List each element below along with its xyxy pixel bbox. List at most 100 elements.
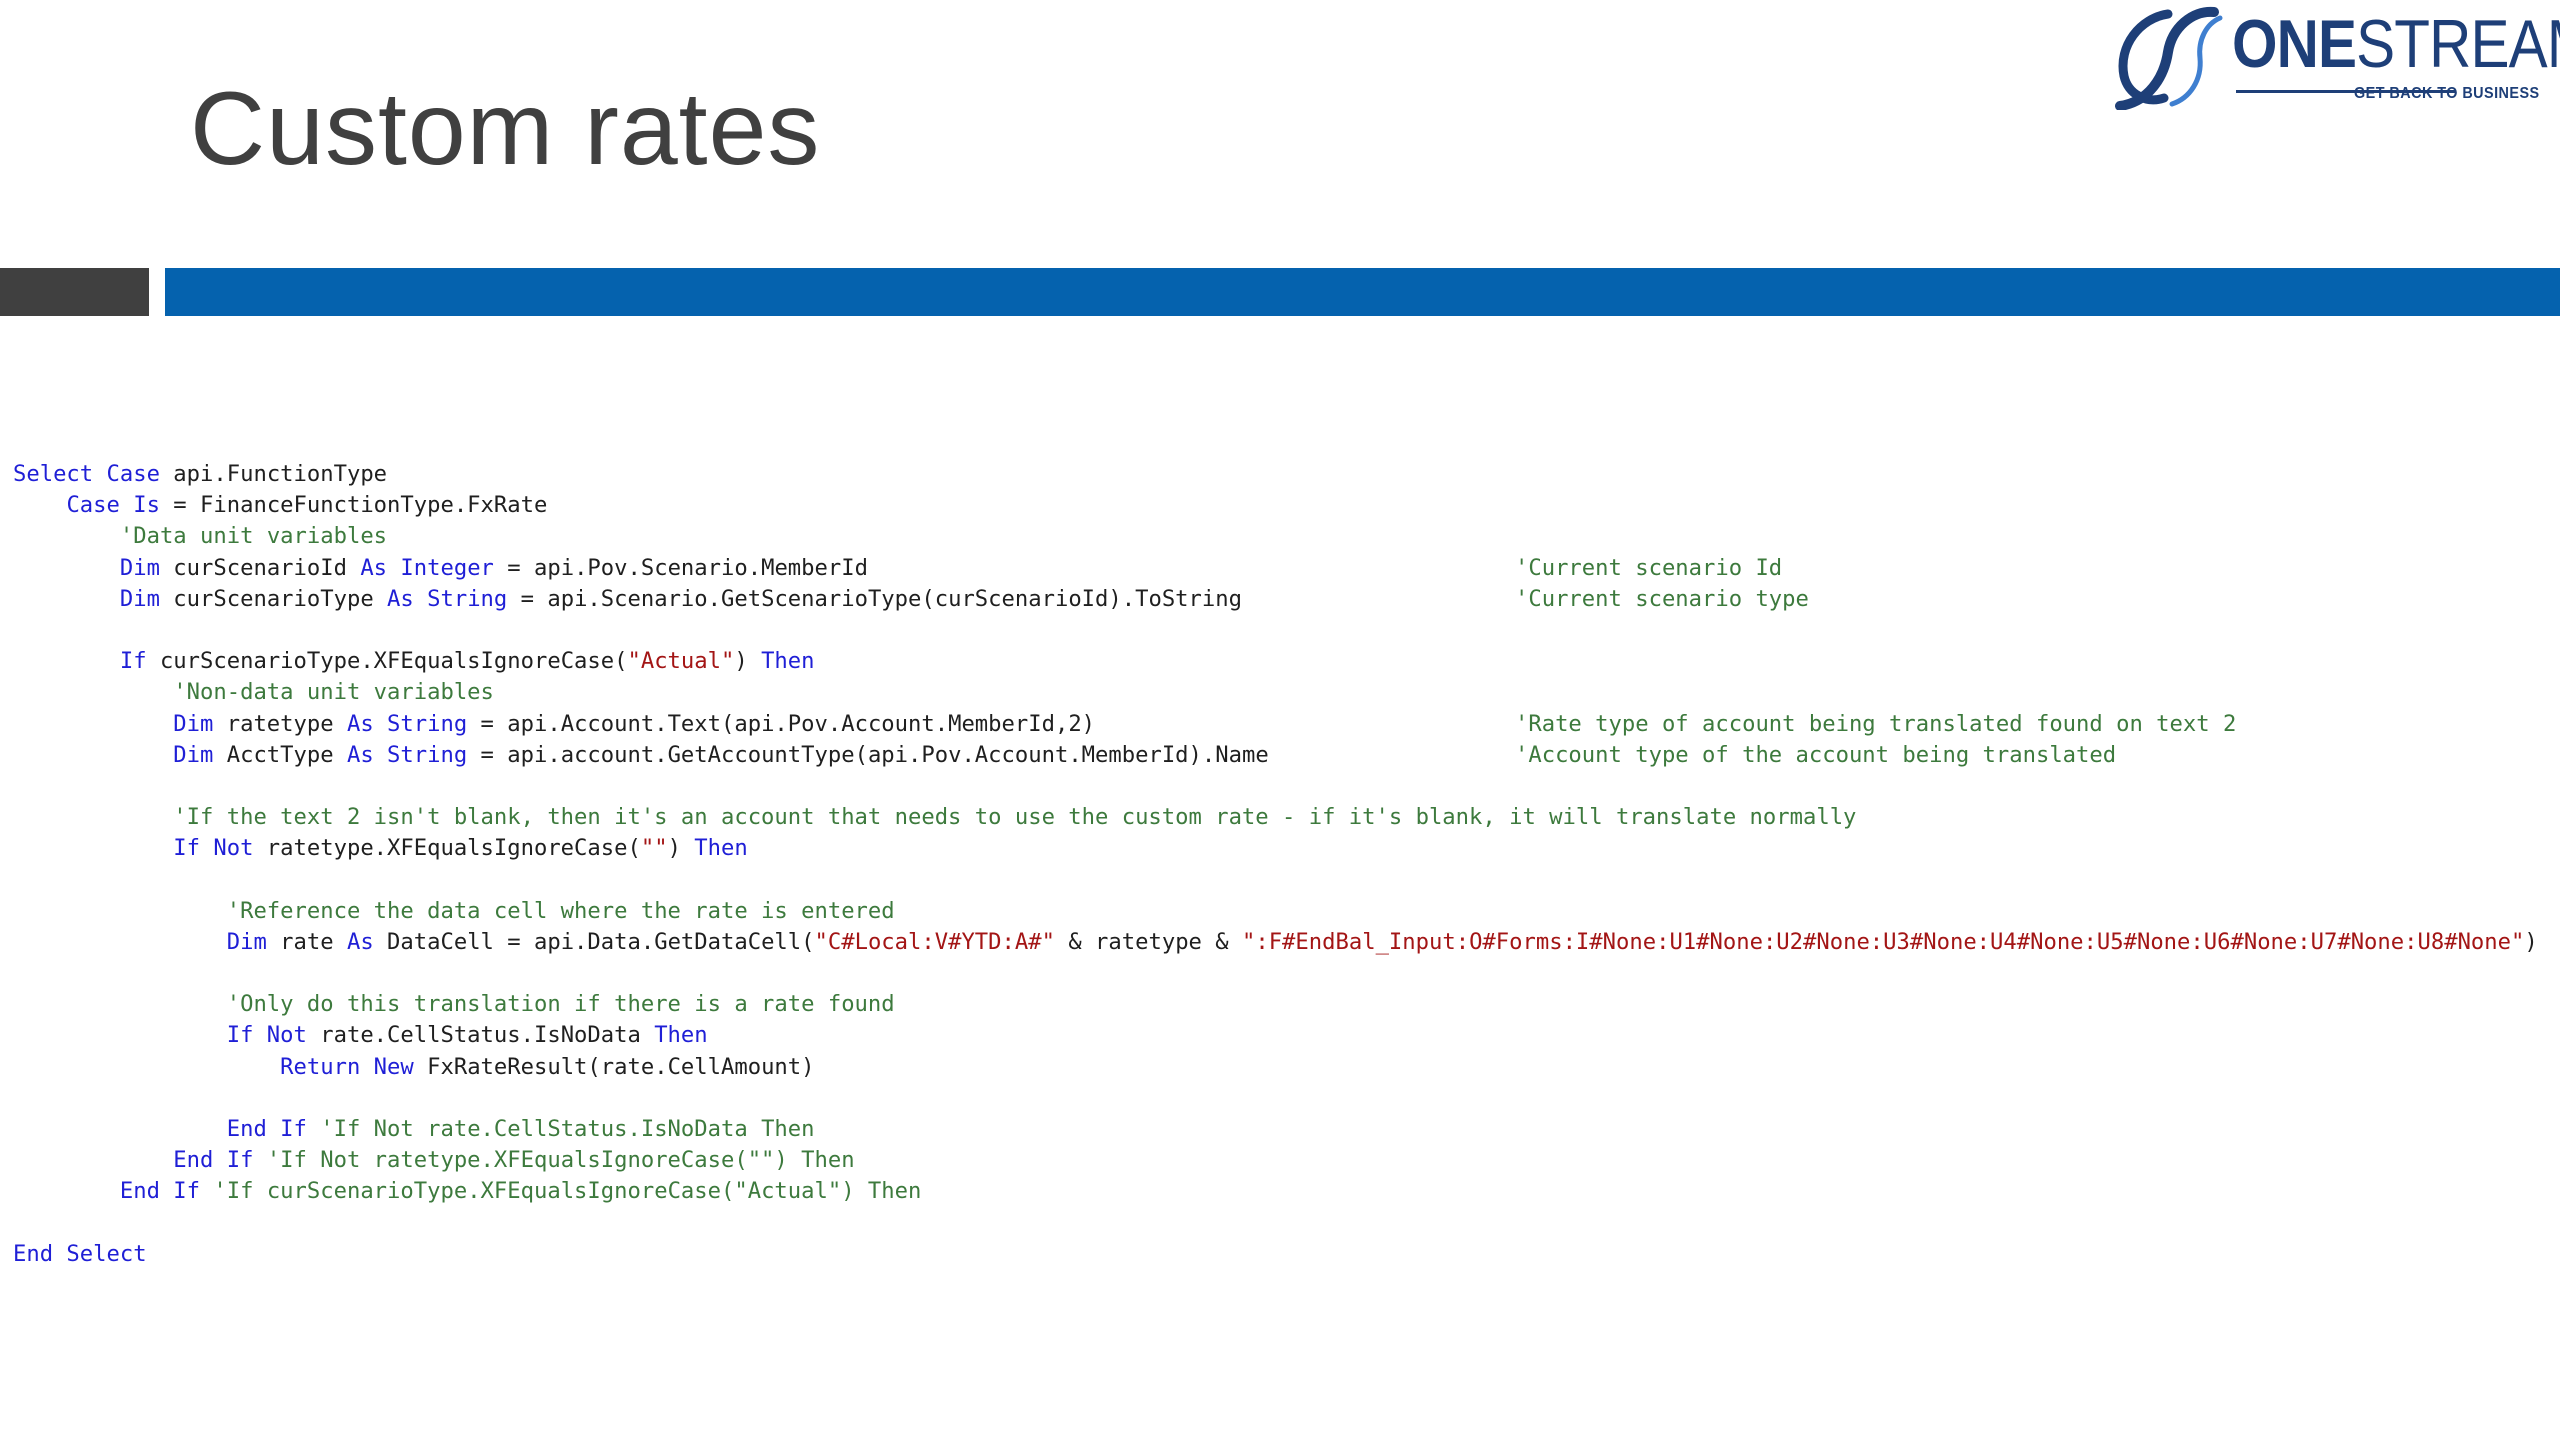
code-line: Return New FxRateResult(rate.CellAmount) xyxy=(13,1052,2553,1083)
logo-wordmark: ONESTREAM xyxy=(2232,6,2560,82)
code-token: "C#Local:V#YTD:A#" xyxy=(814,928,1055,955)
code-token: End If xyxy=(173,1147,254,1174)
code-token: Dim xyxy=(226,928,267,955)
code-token: If xyxy=(119,648,147,675)
code-token: Return New xyxy=(280,1053,414,1080)
code-token: FxRateResult(rate.CellAmount) xyxy=(413,1053,815,1080)
code-token: = api.Scenario.GetScenarioType(curScenar… xyxy=(507,585,1242,612)
code-token: 'Only do this translation if there is a … xyxy=(226,991,895,1018)
code-token: End If xyxy=(226,1115,307,1142)
code-token: As xyxy=(346,928,374,955)
code-line: 'Non-data unit variables xyxy=(13,677,2553,708)
code-token: As String xyxy=(346,741,468,768)
code-token: = api.Account.Text(api.Pov.Account.Membe… xyxy=(467,710,1096,737)
code-token: ) xyxy=(2524,928,2538,955)
code-line: Dim curScenarioType As String = api.Scen… xyxy=(13,584,2553,615)
code-token: AcctType xyxy=(213,741,347,768)
code-token: 'If Not rate.CellStatus.IsNoData Then xyxy=(320,1115,815,1142)
code-token: Then xyxy=(654,1022,708,1049)
code-line: Dim curScenarioId As Integer = api.Pov.S… xyxy=(13,553,2553,584)
code-token: "Actual" xyxy=(627,648,735,675)
code-token: api.FunctionType xyxy=(159,461,388,487)
code-token: 'If Not ratetype.XFEqualsIgnoreCase("") … xyxy=(266,1147,855,1174)
code-line: If Not rate.CellStatus.IsNoData Then xyxy=(13,1020,2553,1051)
code-line: If Not ratetype.XFEqualsIgnoreCase("") T… xyxy=(13,833,2553,864)
code-token: End Select xyxy=(13,1240,147,1267)
logo-tagline: GET BACK TO BUSINESS xyxy=(2354,85,2540,102)
code-token: DataCell = api.Data.GetDataCell( xyxy=(373,928,815,955)
header-bar-blue xyxy=(165,268,2560,316)
code-token: 'Data unit variables xyxy=(119,523,388,550)
code-trailing-comment: 'Current scenario type xyxy=(1515,585,1809,612)
code-trailing-comment: 'Current scenario Id xyxy=(1515,554,1783,581)
code-token: Case Is xyxy=(66,492,160,519)
code-line: Select Case api.FunctionType xyxy=(13,459,2553,490)
code-line: Dim ratetype As String = api.Account.Tex… xyxy=(13,709,2553,740)
code-token: ) xyxy=(667,835,695,862)
onestream-logo: ONESTREAM GET BACK TO BUSINESS xyxy=(2108,6,2560,110)
code-token: rate xyxy=(266,928,347,955)
code-trailing-comment: 'Account type of the account being trans… xyxy=(1515,741,2117,768)
code-token: ratetype xyxy=(213,710,347,737)
code-token: If Not xyxy=(226,1022,307,1049)
code-line: 'Reference the data cell where the rate … xyxy=(13,896,2553,927)
code-token: & ratetype & xyxy=(1054,928,1242,955)
code-token: As String xyxy=(346,710,468,737)
code-token: If Not xyxy=(173,835,254,862)
code-line: 'If the text 2 isn't blank, then it's an… xyxy=(13,802,2553,833)
code-line: Case Is = FinanceFunctionType.FxRate xyxy=(13,490,2553,521)
slide-title: Custom rates xyxy=(190,71,821,187)
code-line: 'Data unit variables xyxy=(13,521,2553,552)
code-token: Dim xyxy=(173,741,214,768)
code-token: 'Non-data unit variables xyxy=(173,679,494,706)
code-block: Select Case api.FunctionType Case Is = F… xyxy=(13,459,2553,1270)
code-line: End If 'If Not ratetype.XFEqualsIgnoreCa… xyxy=(13,1145,2553,1176)
code-token: Select Case xyxy=(13,461,160,487)
code-token: Dim xyxy=(119,585,160,612)
code-line: Dim rate As DataCell = api.Data.GetDataC… xyxy=(13,927,2553,958)
code-token: = api.account.GetAccountType(api.Pov.Acc… xyxy=(467,741,1269,768)
code-token: curScenarioId xyxy=(159,554,361,581)
code-token: End If xyxy=(119,1178,201,1205)
code-token: Dim xyxy=(173,710,214,737)
code-line: 'Only do this translation if there is a … xyxy=(13,989,2553,1020)
code-token: As String xyxy=(387,585,508,612)
code-token: = api.Pov.Scenario.MemberId xyxy=(493,554,868,581)
code-token: curScenarioType.XFEqualsIgnoreCase( xyxy=(146,648,628,675)
code-token: ratetype.XFEqualsIgnoreCase( xyxy=(253,835,641,862)
header-bar-dark xyxy=(0,268,149,316)
code-token: 'If the text 2 isn't blank, then it's an… xyxy=(173,804,1857,831)
code-line: End If 'If Not rate.CellStatus.IsNoData … xyxy=(13,1114,2553,1145)
code-token: Dim xyxy=(119,554,160,581)
code-line: End If 'If curScenarioType.XFEqualsIgnor… xyxy=(13,1176,2553,1207)
code-token: 'If curScenarioType.XFEqualsIgnoreCase("… xyxy=(213,1178,922,1205)
code-token: Then xyxy=(761,648,815,675)
code-token: As Integer xyxy=(360,554,494,581)
code-token: curScenarioType xyxy=(159,585,388,612)
code-token: ) xyxy=(734,648,762,675)
code-line: Dim AcctType As String = api.account.Get… xyxy=(13,740,2553,771)
